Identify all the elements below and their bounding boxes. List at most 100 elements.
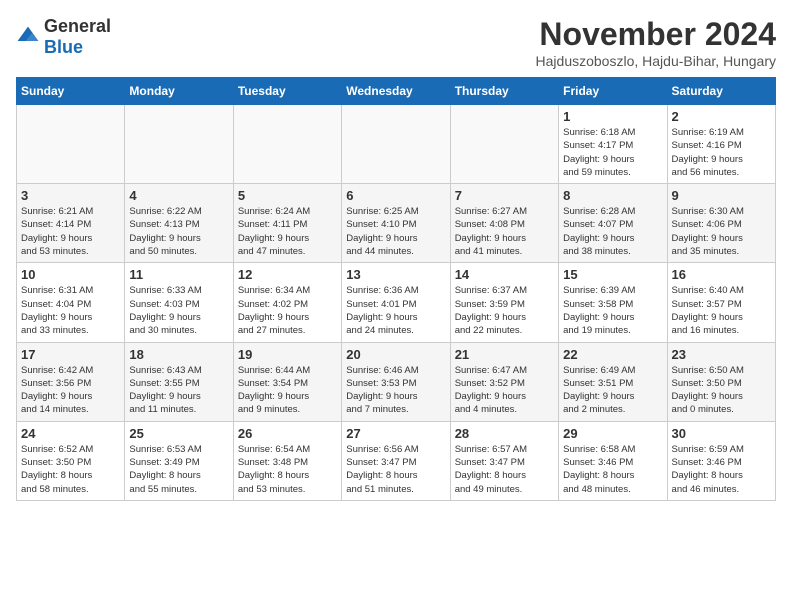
calendar-cell [233,105,341,184]
calendar-cell: 10 Sunrise: 6:31 AM Sunset: 4:04 PM Dayli… [17,263,125,342]
day-number: 22 [563,347,662,362]
day-info: Sunrise: 6:28 AM Sunset: 4:07 PM Dayligh… [563,205,662,258]
calendar-week-row: 17Sunrise: 6:42 AM Sunset: 3:56 PM Dayli… [17,342,776,421]
calendar-cell: 28 Sunrise: 6:57 AM Sunset: 3:47 PM Dayli… [450,421,558,500]
day-info: Sunrise: 6:39 AM Sunset: 3:58 PM Dayligh… [563,284,662,337]
day-number: 25 [129,426,228,441]
day-info: Sunrise: 6:50 AM Sunset: 3:50 PM Dayligh… [672,364,771,417]
day-info: Sunrise: 6:22 AM Sunset: 4:13 PM Dayligh… [129,205,228,258]
calendar-cell: 23 Sunrise: 6:50 AM Sunset: 3:50 PM Dayli… [667,342,775,421]
calendar-cell: 26 Sunrise: 6:54 AM Sunset: 3:48 PM Dayli… [233,421,341,500]
day-info: Sunrise: 6:58 AM Sunset: 3:46 PM Dayligh… [563,443,662,496]
calendar-cell: 18Sunrise: 6:43 AM Sunset: 3:55 PM Dayli… [125,342,233,421]
day-info: Sunrise: 6:34 AM Sunset: 4:02 PM Dayligh… [238,284,337,337]
day-number: 24 [21,426,120,441]
calendar-cell: 21 Sunrise: 6:47 AM Sunset: 3:52 PM Dayli… [450,342,558,421]
calendar-cell: 6 Sunrise: 6:25 AM Sunset: 4:10 PM Daylig… [342,184,450,263]
calendar-week-row: 10 Sunrise: 6:31 AM Sunset: 4:04 PM Dayli… [17,263,776,342]
calendar-day-header: Monday [125,78,233,105]
calendar-cell: 8 Sunrise: 6:28 AM Sunset: 4:07 PM Daylig… [559,184,667,263]
day-info: Sunrise: 6:47 AM Sunset: 3:52 PM Dayligh… [455,364,554,417]
day-number: 15 [563,267,662,282]
calendar-cell: 20 Sunrise: 6:46 AM Sunset: 3:53 PM Dayli… [342,342,450,421]
day-info: Sunrise: 6:27 AM Sunset: 4:08 PM Dayligh… [455,205,554,258]
day-number: 19 [238,347,337,362]
calendar-cell: 19Sunrise: 6:44 AM Sunset: 3:54 PM Dayli… [233,342,341,421]
calendar-cell: 16 Sunrise: 6:40 AM Sunset: 3:57 PM Dayli… [667,263,775,342]
day-info: Sunrise: 6:43 AM Sunset: 3:55 PM Dayligh… [129,364,228,417]
calendar-cell: 3 Sunrise: 6:21 AM Sunset: 4:14 PM Daylig… [17,184,125,263]
calendar-week-row: 3 Sunrise: 6:21 AM Sunset: 4:14 PM Daylig… [17,184,776,263]
day-info: Sunrise: 6:56 AM Sunset: 3:47 PM Dayligh… [346,443,445,496]
calendar-cell: 1Sunrise: 6:18 AM Sunset: 4:17 PM Daylig… [559,105,667,184]
calendar-cell: 11 Sunrise: 6:33 AM Sunset: 4:03 PM Dayli… [125,263,233,342]
day-number: 6 [346,188,445,203]
day-number: 28 [455,426,554,441]
day-info: Sunrise: 6:21 AM Sunset: 4:14 PM Dayligh… [21,205,120,258]
day-number: 11 [129,267,228,282]
calendar-day-header: Saturday [667,78,775,105]
logo-text-general: General [44,16,111,36]
day-number: 2 [672,109,771,124]
day-info: Sunrise: 6:59 AM Sunset: 3:46 PM Dayligh… [672,443,771,496]
day-info: Sunrise: 6:19 AM Sunset: 4:16 PM Dayligh… [672,126,771,179]
day-number: 20 [346,347,445,362]
day-number: 4 [129,188,228,203]
day-info: Sunrise: 6:40 AM Sunset: 3:57 PM Dayligh… [672,284,771,337]
calendar-cell: 22Sunrise: 6:49 AM Sunset: 3:51 PM Dayli… [559,342,667,421]
day-info: Sunrise: 6:25 AM Sunset: 4:10 PM Dayligh… [346,205,445,258]
day-number: 9 [672,188,771,203]
subtitle: Hajduszoboszlo, Hajdu-Bihar, Hungary [536,53,776,69]
calendar-cell [450,105,558,184]
calendar-cell: 12Sunrise: 6:34 AM Sunset: 4:02 PM Dayli… [233,263,341,342]
day-number: 3 [21,188,120,203]
calendar-cell: 13 Sunrise: 6:36 AM Sunset: 4:01 PM Dayli… [342,263,450,342]
day-info: Sunrise: 6:33 AM Sunset: 4:03 PM Dayligh… [129,284,228,337]
calendar-cell: 24Sunrise: 6:52 AM Sunset: 3:50 PM Dayli… [17,421,125,500]
calendar-cell: 25Sunrise: 6:53 AM Sunset: 3:49 PM Dayli… [125,421,233,500]
calendar-cell: 2 Sunrise: 6:19 AM Sunset: 4:16 PM Daylig… [667,105,775,184]
title-area: November 2024 Hajduszoboszlo, Hajdu-Biha… [536,16,776,69]
calendar-body: 1Sunrise: 6:18 AM Sunset: 4:17 PM Daylig… [17,105,776,501]
calendar-day-header: Wednesday [342,78,450,105]
calendar-week-row: 24Sunrise: 6:52 AM Sunset: 3:50 PM Dayli… [17,421,776,500]
day-number: 17 [21,347,120,362]
calendar-cell: 5Sunrise: 6:24 AM Sunset: 4:11 PM Daylig… [233,184,341,263]
calendar-cell: 15 Sunrise: 6:39 AM Sunset: 3:58 PM Dayli… [559,263,667,342]
calendar-cell: 4 Sunrise: 6:22 AM Sunset: 4:13 PM Daylig… [125,184,233,263]
calendar-cell: 30 Sunrise: 6:59 AM Sunset: 3:46 PM Dayli… [667,421,775,500]
day-number: 1 [563,109,662,124]
logo: General Blue [16,16,111,58]
day-number: 27 [346,426,445,441]
day-info: Sunrise: 6:54 AM Sunset: 3:48 PM Dayligh… [238,443,337,496]
day-number: 13 [346,267,445,282]
day-number: 14 [455,267,554,282]
day-number: 16 [672,267,771,282]
calendar-cell: 29 Sunrise: 6:58 AM Sunset: 3:46 PM Dayli… [559,421,667,500]
day-number: 21 [455,347,554,362]
day-info: Sunrise: 6:24 AM Sunset: 4:11 PM Dayligh… [238,205,337,258]
day-number: 30 [672,426,771,441]
calendar-cell: 27 Sunrise: 6:56 AM Sunset: 3:47 PM Dayli… [342,421,450,500]
calendar-day-header: Tuesday [233,78,341,105]
calendar-cell [17,105,125,184]
day-info: Sunrise: 6:46 AM Sunset: 3:53 PM Dayligh… [346,364,445,417]
page-header: General Blue November 2024 Hajduszoboszl… [16,16,776,69]
day-number: 23 [672,347,771,362]
day-number: 7 [455,188,554,203]
calendar-cell: 17Sunrise: 6:42 AM Sunset: 3:56 PM Dayli… [17,342,125,421]
calendar-day-header: Sunday [17,78,125,105]
calendar-week-row: 1Sunrise: 6:18 AM Sunset: 4:17 PM Daylig… [17,105,776,184]
day-info: Sunrise: 6:37 AM Sunset: 3:59 PM Dayligh… [455,284,554,337]
day-number: 8 [563,188,662,203]
calendar-cell: 14 Sunrise: 6:37 AM Sunset: 3:59 PM Dayli… [450,263,558,342]
calendar-cell: 9Sunrise: 6:30 AM Sunset: 4:06 PM Daylig… [667,184,775,263]
main-title: November 2024 [536,16,776,53]
day-number: 29 [563,426,662,441]
day-info: Sunrise: 6:31 AM Sunset: 4:04 PM Dayligh… [21,284,120,337]
day-number: 26 [238,426,337,441]
day-info: Sunrise: 6:57 AM Sunset: 3:47 PM Dayligh… [455,443,554,496]
day-info: Sunrise: 6:36 AM Sunset: 4:01 PM Dayligh… [346,284,445,337]
day-number: 10 [21,267,120,282]
logo-icon [16,25,40,49]
